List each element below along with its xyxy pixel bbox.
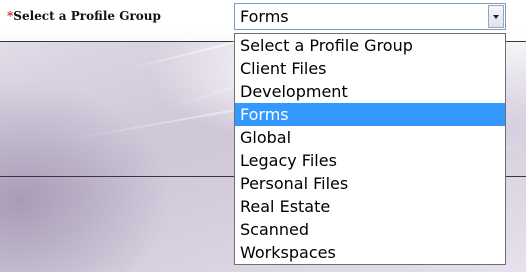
profile-group-select-value: Forms	[240, 7, 289, 26]
option-development[interactable]: Development	[235, 80, 505, 103]
option-real-estate[interactable]: Real Estate	[235, 195, 505, 218]
dropdown-button[interactable]	[488, 5, 504, 28]
profile-group-label-text: Select a Profile Group	[13, 9, 161, 23]
option-personal-files[interactable]: Personal Files	[235, 172, 505, 195]
option-client-files[interactable]: Client Files	[235, 57, 505, 80]
option-scanned[interactable]: Scanned	[235, 218, 505, 241]
option-legacy-files[interactable]: Legacy Files	[235, 149, 505, 172]
profile-group-dropdown-list[interactable]: Select a Profile Group Client Files Deve…	[234, 33, 506, 265]
option-global[interactable]: Global	[235, 126, 505, 149]
profile-group-select[interactable]: Forms	[234, 3, 506, 30]
option-select-a-profile-group[interactable]: Select a Profile Group	[235, 34, 505, 57]
option-workspaces[interactable]: Workspaces	[235, 241, 505, 264]
option-forms[interactable]: Forms	[235, 103, 505, 126]
chevron-down-icon	[493, 15, 499, 19]
profile-group-label: *Select a Profile Group	[7, 9, 161, 23]
